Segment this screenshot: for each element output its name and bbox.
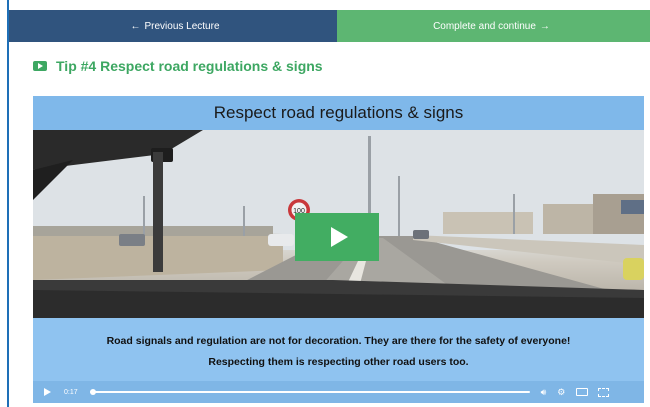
previous-lecture-button[interactable]: ← Previous Lecture <box>9 10 337 42</box>
big-play-button[interactable] <box>295 213 379 261</box>
caption-line-2: Respecting them is respecting other road… <box>208 356 469 368</box>
youtube-play-icon <box>33 61 47 71</box>
video-progress-knob[interactable] <box>89 389 96 395</box>
lecture-nav-bar: ← Previous Lecture Complete and continue… <box>9 10 650 42</box>
complete-and-continue-button[interactable]: Complete and continue → <box>337 10 650 42</box>
previous-lecture-label: Previous Lecture <box>144 20 220 32</box>
caption-line-1: Road signals and regulation are not for … <box>106 335 571 347</box>
video-controls-bar: 0:17 🔊︎ ⚙ <box>33 381 644 403</box>
complete-continue-label: Complete and continue <box>433 20 536 32</box>
video-player[interactable]: Respect road regulations & signs 100 Roa… <box>33 96 644 403</box>
speaker-icon[interactable]: 🔊︎ <box>541 387 547 397</box>
play-icon[interactable] <box>44 388 51 396</box>
lecture-title: Tip #4 Respect road regulations & signs <box>33 58 323 74</box>
video-progress-bar[interactable] <box>89 389 530 395</box>
video-caption-area: Road signals and regulation are not for … <box>33 318 644 381</box>
video-slide-title: Respect road regulations & signs <box>33 96 644 130</box>
arrow-right-icon: → <box>539 20 550 32</box>
gear-icon[interactable]: ⚙ <box>557 387 565 397</box>
lecture-title-text: Tip #4 Respect road regulations & signs <box>56 58 323 74</box>
video-time: 0:17 <box>64 388 78 396</box>
fullscreen-icon[interactable] <box>598 387 610 397</box>
arrow-left-icon: ← <box>130 20 141 32</box>
closed-captions-icon[interactable] <box>576 388 589 396</box>
